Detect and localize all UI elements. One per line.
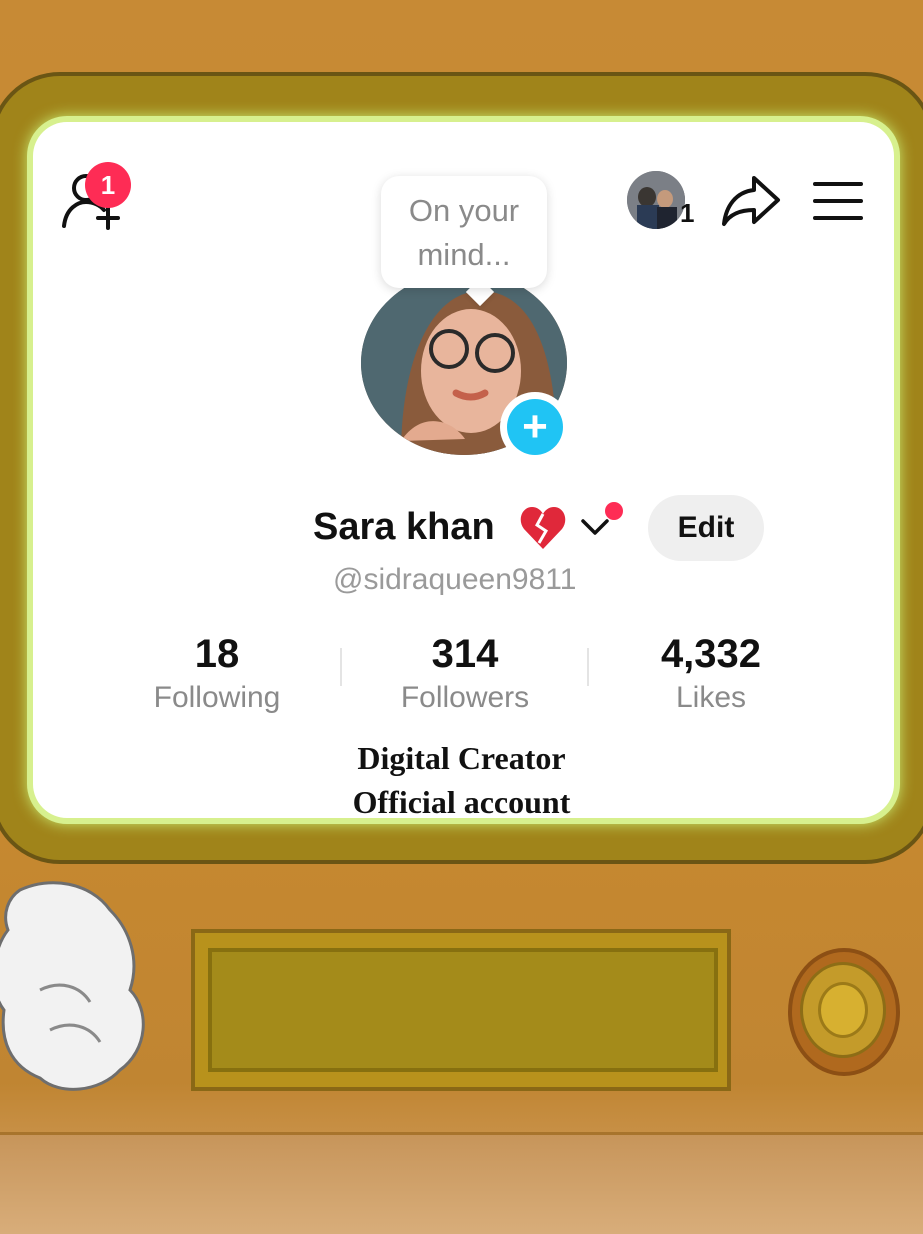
stat-likes: 4,332 Likes bbox=[611, 632, 811, 718]
add-story-button[interactable]: + bbox=[500, 392, 570, 462]
menu-icon[interactable] bbox=[812, 180, 864, 222]
notification-badge: 1 bbox=[85, 162, 131, 208]
followers-count: 314 bbox=[431, 632, 499, 676]
stat-following[interactable]: 18 Following bbox=[117, 632, 317, 718]
followers-label: Followers bbox=[400, 681, 530, 714]
story-prompt-line1: On your bbox=[408, 193, 520, 228]
console-knob-core bbox=[818, 982, 868, 1038]
cartoon-glove bbox=[0, 881, 145, 1091]
story-prompt-bubble[interactable]: On your mind... bbox=[381, 176, 547, 288]
share-icon[interactable] bbox=[720, 172, 782, 230]
likes-count: 4,332 bbox=[660, 632, 762, 676]
following-count: 18 bbox=[194, 632, 240, 676]
plus-icon: + bbox=[507, 399, 563, 455]
display-name: Sara khan bbox=[313, 506, 495, 548]
chevron-down-icon[interactable] bbox=[580, 516, 610, 538]
stat-divider bbox=[587, 648, 589, 686]
bio-line: Digital Creator bbox=[357, 740, 566, 776]
switch-account-count: 1 bbox=[680, 198, 695, 228]
unread-dot bbox=[605, 502, 623, 520]
floor-band bbox=[0, 1132, 923, 1234]
following-label: Following bbox=[153, 681, 281, 714]
edit-profile-button[interactable]: Edit bbox=[648, 495, 764, 561]
story-prompt-line2: mind... bbox=[417, 237, 511, 272]
stat-divider bbox=[340, 648, 342, 686]
bio-line: Official account bbox=[352, 784, 571, 820]
switch-account-avatar[interactable] bbox=[627, 171, 685, 229]
broken-heart-icon bbox=[520, 507, 566, 549]
avatar-thumbnail bbox=[627, 171, 685, 229]
likes-label: Likes bbox=[675, 681, 747, 714]
console-slot-inner bbox=[208, 948, 718, 1072]
username: @sidraqueen9811 bbox=[333, 563, 577, 596]
stat-followers[interactable]: 314 Followers bbox=[365, 632, 565, 718]
